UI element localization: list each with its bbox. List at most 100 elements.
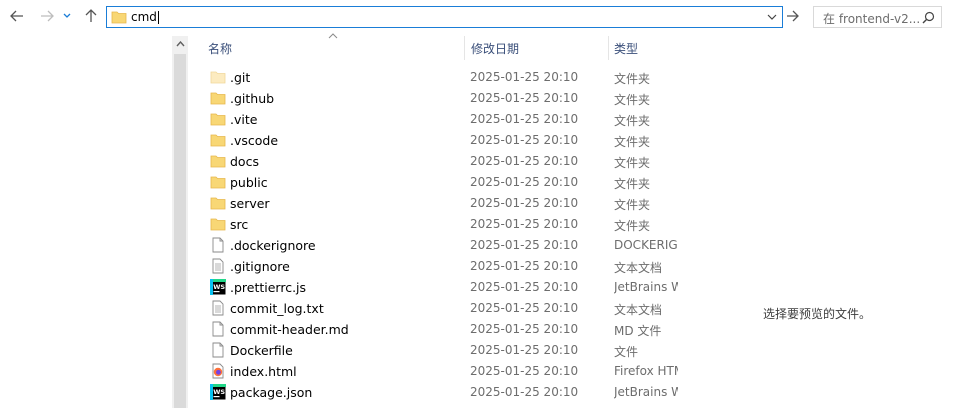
file-date: 2025-01-25 20:10 <box>470 343 579 357</box>
file-date: 2025-01-25 20:10 <box>470 364 579 378</box>
file-row[interactable]: docs 2025-01-25 20:10 文件夹 <box>188 151 678 172</box>
address-dropdown-icon[interactable] <box>765 10 779 24</box>
file-name: docs <box>230 154 259 169</box>
file-type: 文件夹 <box>614 72 651 86</box>
address-bar[interactable]: cmd <box>106 6 783 28</box>
file-date: 2025-01-25 20:10 <box>470 70 579 84</box>
file-type: 文本文档 <box>614 303 663 317</box>
folder-icon <box>210 174 226 190</box>
file-icon <box>210 342 226 358</box>
chevron-up-icon <box>175 41 185 47</box>
file-type: 文件 <box>614 345 639 359</box>
file-row[interactable]: src 2025-01-25 20:10 文件夹 <box>188 214 678 235</box>
file-row[interactable]: .vscode 2025-01-25 20:10 文件夹 <box>188 130 678 151</box>
folder-icon <box>210 132 226 148</box>
file-row[interactable]: .gitignore 2025-01-25 20:10 文本文档 <box>188 256 678 277</box>
file-row[interactable]: WS .prettierrc.js 2025-01-25 20:10 JetBrain… <box>188 277 678 298</box>
file-row[interactable]: index.html 2025-01-25 20:10 Firefox HTML <box>188 361 678 382</box>
file-row[interactable]: .git 2025-01-25 20:10 文件夹 <box>188 67 678 88</box>
file-name: Dockerfile <box>230 343 293 358</box>
file-row[interactable]: commit-header.md 2025-01-25 20:10 MD 文件 <box>188 319 678 340</box>
file-name: .vscode <box>230 133 279 148</box>
search-box[interactable]: 在 frontend-v2... <box>813 6 942 28</box>
file-type: JetBrains WebStorm <box>614 385 678 399</box>
column-header-name-label: 名称 <box>208 41 233 56</box>
column-header-type[interactable]: 类型 <box>608 36 678 60</box>
file-type: 文件夹 <box>614 114 651 128</box>
file-name: .gitignore <box>230 259 290 274</box>
recent-locations-button[interactable] <box>60 6 74 26</box>
webstorm-icon: WS <box>210 279 226 295</box>
file-date: 2025-01-25 20:10 <box>470 112 579 126</box>
arrow-right-icon <box>41 10 54 22</box>
file-type: Firefox HTML <box>614 364 678 378</box>
file-date: 2025-01-25 20:10 <box>470 196 579 210</box>
folder-icon <box>210 195 226 211</box>
file-type: 文件夹 <box>614 135 651 149</box>
file-name: index.html <box>230 364 297 379</box>
folder-icon <box>210 216 226 232</box>
file-row[interactable]: public 2025-01-25 20:10 文件夹 <box>188 172 678 193</box>
file-name: commit_log.txt <box>230 301 324 316</box>
file-name: commit-header.md <box>230 322 349 337</box>
file-name: package.json <box>230 385 313 400</box>
file-icon <box>210 321 226 337</box>
arrow-left-icon <box>10 10 23 22</box>
file-row[interactable]: WS package.json 2025-01-25 20:10 JetBrains … <box>188 382 678 403</box>
go-button[interactable] <box>785 8 801 24</box>
file-date: 2025-01-25 20:10 <box>470 217 579 231</box>
file-date: 2025-01-25 20:10 <box>470 154 579 168</box>
file-type: 文件夹 <box>614 156 651 170</box>
file-name: src <box>230 217 249 232</box>
scrollbar-thumb[interactable] <box>174 54 186 408</box>
file-date: 2025-01-25 20:10 <box>470 280 579 294</box>
file-date: 2025-01-25 20:10 <box>470 301 579 315</box>
file-type: JetBrains WebStorm <box>614 280 678 294</box>
file-date: 2025-01-25 20:10 <box>470 133 579 147</box>
arrow-up-icon <box>85 9 97 22</box>
svg-text:WS: WS <box>213 388 225 396</box>
file-type: 文件夹 <box>614 177 651 191</box>
file-row[interactable]: .dockerignore 2025-01-25 20:10 DOCKERIGNOR… <box>188 235 678 256</box>
column-header-name[interactable]: 名称 <box>188 36 464 60</box>
column-header-date[interactable]: 修改日期 <box>464 36 608 60</box>
preview-placeholder: 选择要预览的文件。 <box>763 307 872 321</box>
file-date: 2025-01-25 20:10 <box>470 259 579 273</box>
file-row[interactable]: .vite 2025-01-25 20:10 文件夹 <box>188 109 678 130</box>
search-icon[interactable] <box>922 11 935 24</box>
file-name: .prettierrc.js <box>230 280 307 295</box>
file-type: 文件夹 <box>614 198 651 212</box>
file-name: .vite <box>230 112 258 127</box>
vertical-scrollbar[interactable] <box>172 36 188 408</box>
file-type: 文件夹 <box>614 219 651 233</box>
svg-text:WS: WS <box>213 283 225 291</box>
search-placeholder: 在 frontend-v2... <box>823 12 921 26</box>
file-date: 2025-01-25 20:10 <box>470 91 579 105</box>
back-button[interactable] <box>6 6 28 26</box>
file-name: .dockerignore <box>230 238 316 253</box>
file-row[interactable]: commit_log.txt 2025-01-25 20:10 文本文档 <box>188 298 678 319</box>
forward-button[interactable] <box>36 6 58 26</box>
file-date: 2025-01-25 20:10 <box>470 385 579 399</box>
column-header-date-label: 修改日期 <box>471 41 520 56</box>
file-date: 2025-01-25 20:10 <box>470 322 579 336</box>
file-date: 2025-01-25 20:10 <box>470 238 579 252</box>
up-button[interactable] <box>80 6 102 26</box>
file-name: .git <box>230 70 251 85</box>
folder-icon <box>210 153 226 169</box>
file-type: 文本文档 <box>614 261 663 275</box>
file-icon <box>210 237 226 253</box>
file-type: DOCKERIGNORE <box>614 238 678 252</box>
file-row[interactable]: server 2025-01-25 20:10 文件夹 <box>188 193 678 214</box>
address-input[interactable]: cmd <box>131 10 159 24</box>
folder-icon <box>210 111 226 127</box>
folder-icon <box>111 11 127 24</box>
file-list: .git 2025-01-25 20:10 文件夹 .github 2025-01-25… <box>188 67 678 403</box>
file-row[interactable]: Dockerfile 2025-01-25 20:10 文件 <box>188 340 678 361</box>
folder-icon <box>210 90 226 106</box>
file-name: .github <box>230 91 275 106</box>
text-file-icon <box>210 300 226 316</box>
file-row[interactable]: .github 2025-01-25 20:10 文件夹 <box>188 88 678 109</box>
file-name: public <box>230 175 268 190</box>
scroll-up-button[interactable] <box>174 38 186 50</box>
